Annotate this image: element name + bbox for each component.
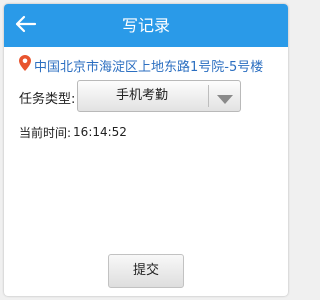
select-divider: [208, 85, 209, 107]
task-type-label: 任务类型:: [19, 91, 76, 107]
dropdown-triangle-icon: [216, 90, 234, 104]
location-text: 中国北京市海淀区上地东路1号院-5号楼: [34, 59, 264, 75]
submit-button[interactable]: 提交: [108, 254, 184, 288]
map-pin-icon: [19, 55, 31, 75]
task-type-select[interactable]: 手机考勤: [77, 80, 241, 112]
current-time-value: 16:14:52: [73, 125, 127, 139]
app-screen: 写记录 中国北京市海淀区上地东路1号院-5号楼 任务类型: 手机考勤 当前时间:…: [4, 4, 288, 296]
current-time-label: 当前时间:: [19, 125, 72, 140]
task-type-value: 手机考勤: [115, 88, 168, 103]
back-arrow-icon: [15, 15, 37, 37]
location-row: 中国北京市海淀区上地东路1号院-5号楼: [19, 54, 263, 76]
current-time-row: 当前时间: 16:14:52: [19, 122, 127, 142]
back-button[interactable]: [4, 4, 48, 47]
title-bar: 写记录: [4, 4, 288, 47]
task-type-row: 任务类型:: [19, 82, 77, 112]
